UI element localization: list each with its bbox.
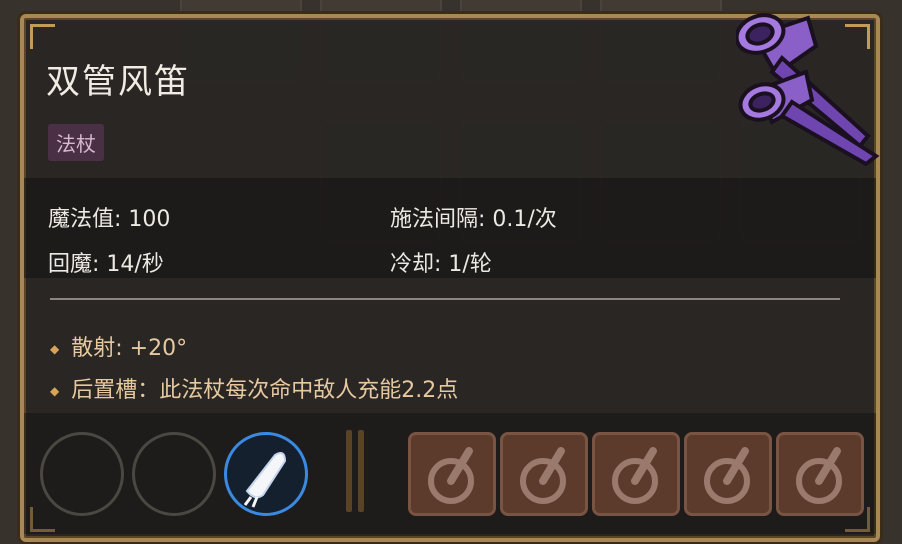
rear-slot[interactable] [500,432,588,516]
rear-slot-icon [612,447,658,504]
rear-slot-icon [704,447,750,504]
item-title: 双管风笛 [46,62,190,102]
diamond-bullet-icon: ◆ [50,384,60,398]
slot-separator [358,430,364,512]
spell-slot-empty[interactable] [132,432,216,516]
white-bolt-spell-icon [243,452,287,508]
effect-line: ◆ 后置槽：此法杖每次命中敌人充能2.2点 [50,372,458,404]
rear-slot[interactable] [408,432,496,516]
mana-stat: 魔法值: 100 [48,207,171,232]
divider [50,298,840,300]
slot-separator [346,430,352,512]
frame-corner [30,24,55,49]
diamond-bullet-icon: ◆ [50,342,60,356]
mana-regen-stat: 回魔: 14/秒 [48,252,164,277]
cast-interval-stat: 施法间隔: 0.1/次 [390,207,557,232]
item-type-tag: 法杖 [48,124,104,161]
effect-text: 后置槽：此法杖每次命中敌人充能2.2点 [71,378,459,403]
rear-slot-icon [796,447,842,504]
rear-slot[interactable] [592,432,680,516]
rear-slot-icon [520,447,566,504]
rear-slot[interactable] [684,432,772,516]
purple-double-horn-icon [736,13,880,166]
rear-slot-icon [428,447,474,504]
cooldown-stat: 冷却: 1/轮 [390,252,492,277]
effect-text: 散射: +20° [71,336,188,361]
spell-slot-empty[interactable] [40,432,124,516]
effect-line: ◆ 散射: +20° [50,330,187,362]
item-tooltip: 双管风笛 法杖 魔法值: 100 施法间隔: 0.1/次 回魔: 14/秒 冷却… [20,13,880,542]
rear-slot[interactable] [776,432,864,516]
spell-slot-filled[interactable] [224,432,308,516]
